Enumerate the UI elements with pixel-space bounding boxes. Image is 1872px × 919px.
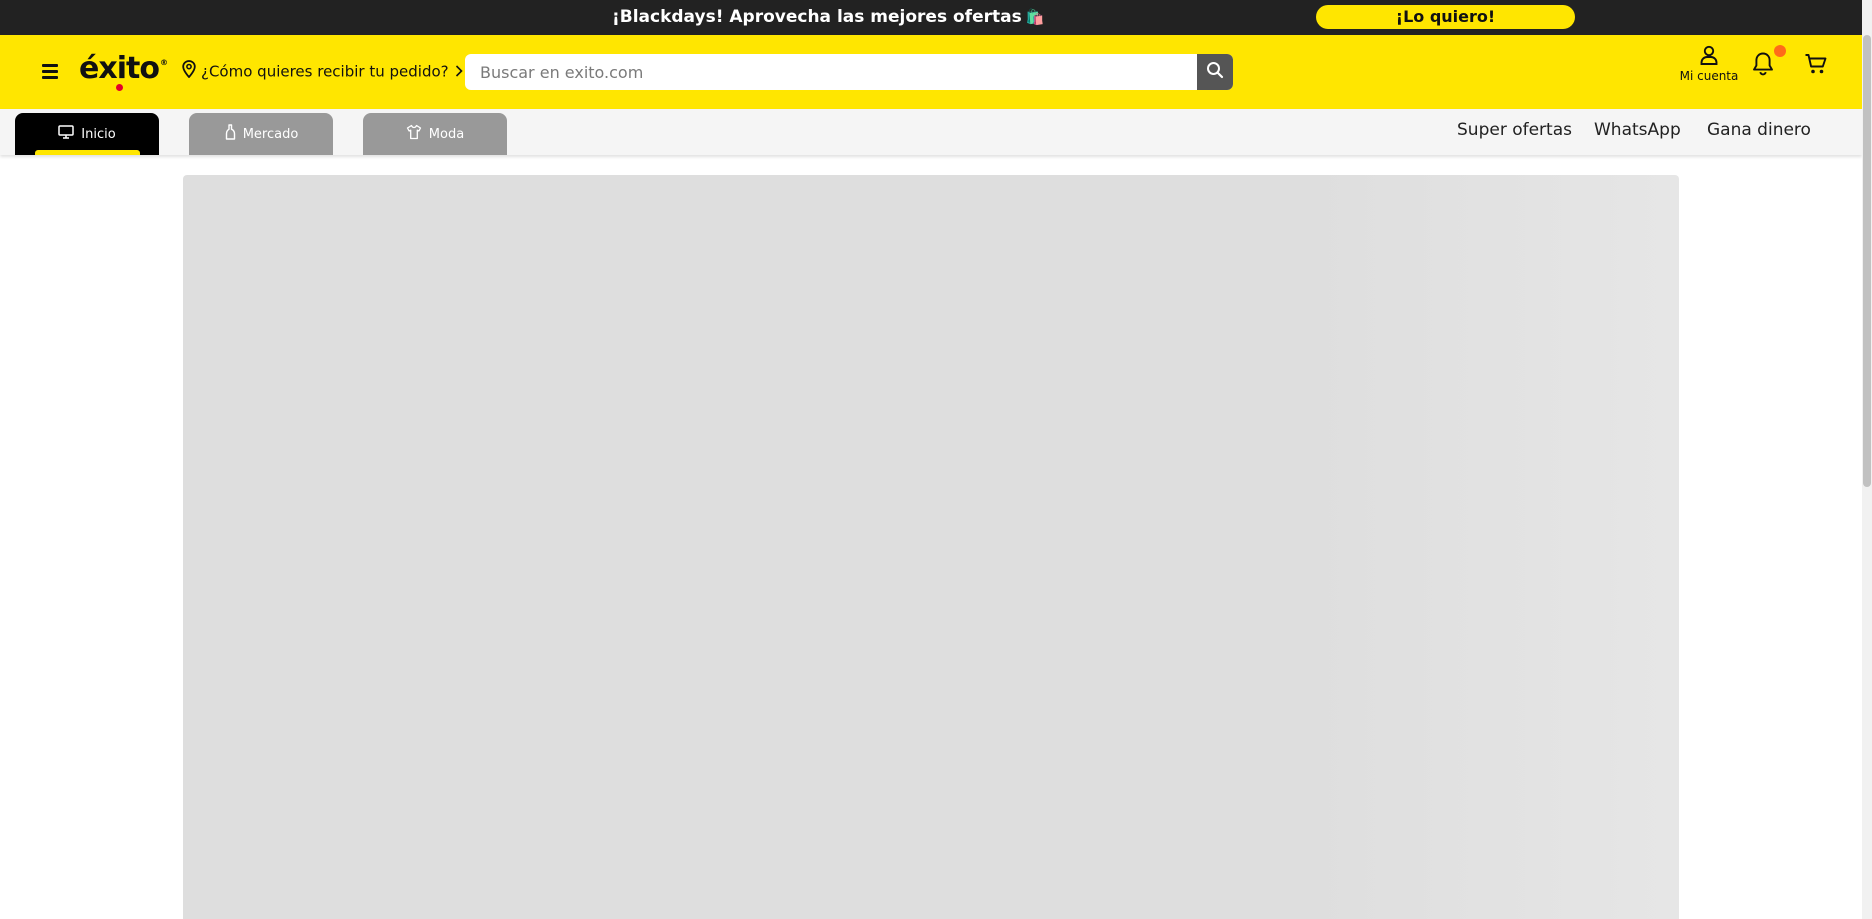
category-nav: Inicio Mercado Moda Super ofertas WhatsA…: [0, 109, 1862, 155]
hero-banner-placeholder: [183, 175, 1679, 919]
active-tab-indicator: [35, 150, 140, 155]
user-icon: [1676, 45, 1742, 65]
cart-icon[interactable]: [1804, 52, 1828, 76]
tab-inicio[interactable]: Inicio: [15, 113, 159, 155]
promo-text: ¡Blackdays! Aprovecha las mejores oferta…: [612, 0, 1044, 35]
logo-text: éxito: [79, 51, 160, 86]
header: éxito® ¿Cómo quieres recibir tu pedido? …: [0, 35, 1862, 109]
nav-link-super-ofertas[interactable]: Super ofertas: [1457, 119, 1572, 141]
promo-bar: ¡Blackdays! Aprovecha las mejores oferta…: [0, 0, 1872, 35]
tab-moda[interactable]: Moda: [363, 113, 507, 155]
account-button[interactable]: Mi cuenta: [1676, 45, 1742, 97]
tab-mercado-label: Mercado: [242, 126, 299, 142]
delivery-selector[interactable]: ¿Cómo quieres recibir tu pedido?: [182, 60, 463, 82]
tab-moda-label: Moda: [428, 126, 465, 142]
monitor-icon: [58, 125, 81, 143]
chevron-right-icon: [455, 61, 463, 83]
search-icon: [1206, 61, 1224, 83]
promo-cta-button[interactable]: ¡Lo quiero!: [1316, 5, 1575, 29]
search-button[interactable]: [1197, 54, 1233, 90]
bottle-icon: [224, 124, 243, 144]
tab-mercado[interactable]: Mercado: [189, 113, 333, 155]
promo-message: ¡Blackdays! Aprovecha las mejores oferta…: [612, 7, 1022, 27]
location-pin-icon: [182, 60, 196, 84]
tab-inicio-label: Inicio: [81, 126, 116, 142]
logo[interactable]: éxito®: [79, 49, 168, 91]
logo-red-dot: [116, 84, 123, 91]
delivery-label: ¿Cómo quieres recibir tu pedido?: [201, 62, 449, 81]
nav-link-whatsapp[interactable]: WhatsApp: [1594, 119, 1681, 141]
search-input[interactable]: [465, 54, 1195, 90]
notification-dot: [1774, 45, 1786, 57]
scrollbar-thumb[interactable]: [1863, 35, 1871, 487]
search-bar: [465, 54, 1233, 90]
bell-icon[interactable]: [1752, 51, 1774, 77]
shirt-icon: [406, 124, 429, 144]
hamburger-menu-icon[interactable]: [40, 60, 60, 82]
registered-mark-icon: ®: [159, 58, 168, 67]
shopping-bag-icon: 🛍️: [1025, 8, 1045, 26]
nav-link-gana-dinero[interactable]: Gana dinero: [1707, 119, 1811, 141]
account-label: Mi cuenta: [1679, 69, 1739, 83]
